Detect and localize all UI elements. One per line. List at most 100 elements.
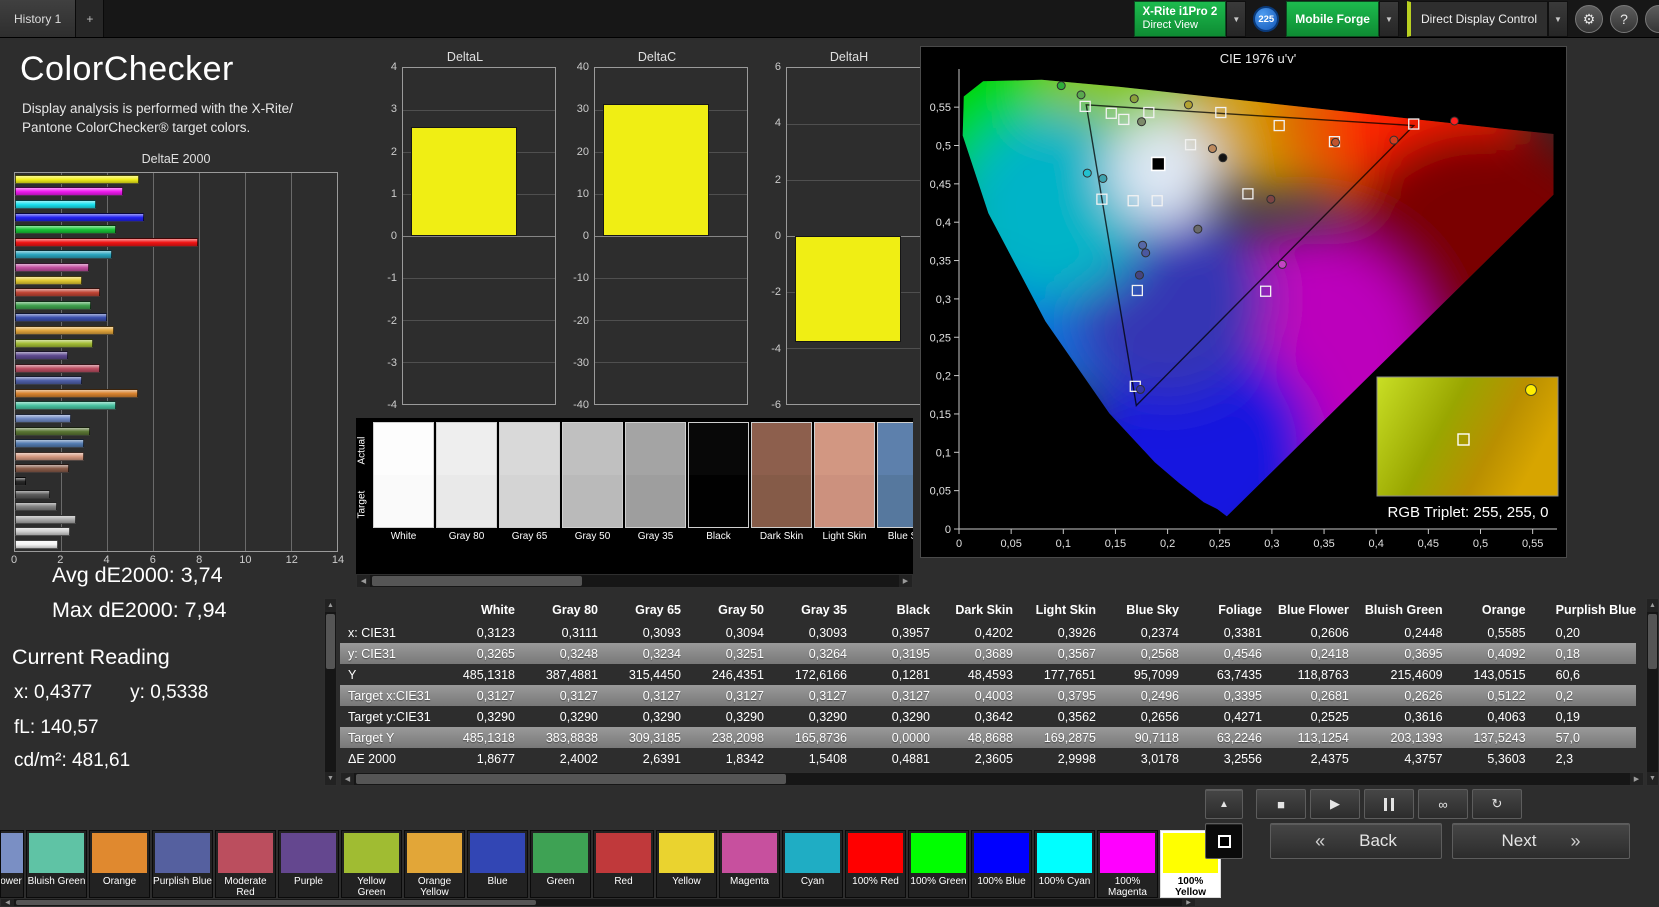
next-button[interactable]: Next » <box>1452 823 1630 859</box>
measured-point <box>1218 153 1228 163</box>
patch-item[interactable]: Blue Sky <box>877 422 913 544</box>
settings-button[interactable]: ⚙ <box>1575 5 1603 33</box>
meter-count-badge[interactable]: 225 <box>1253 6 1280 32</box>
measured-point <box>1076 90 1086 100</box>
swatch-inner: 100% Cyan <box>1035 833 1094 897</box>
patch-item[interactable]: Gray 50 <box>562 422 623 544</box>
swatch-100-blue[interactable]: 100% Blue <box>971 830 1032 898</box>
swatch-orange-yellow[interactable]: Orange Yellow <box>404 830 465 898</box>
table-cell: 0,3111 <box>561 625 598 640</box>
scroll-up-icon[interactable]: ▲ <box>325 599 336 612</box>
swatch-orange[interactable]: Orange <box>89 830 150 898</box>
source-selector-arrow[interactable]: ▼ <box>1378 1 1399 37</box>
measured-point <box>1183 100 1193 110</box>
swatch-color <box>911 833 966 873</box>
swatch-yellow[interactable]: Yellow <box>656 830 717 898</box>
scroll-left-icon[interactable]: ◀ <box>341 773 354 785</box>
scroll-right-icon[interactable]: ▶ <box>1182 899 1195 906</box>
up-arrow-icon: ▲ <box>1219 798 1229 810</box>
patch-item[interactable]: Gray 65 <box>499 422 560 544</box>
patch-item[interactable]: Light Skin <box>814 422 875 544</box>
deltah-chart-title: DeltaH <box>829 50 869 64</box>
read-button[interactable]: ▶ <box>1310 789 1360 819</box>
table-cell: 0,2681 <box>1310 688 1349 703</box>
gridline <box>403 236 555 237</box>
loop-button[interactable]: ↻ <box>1472 789 1522 819</box>
edge-button[interactable] <box>1645 5 1659 33</box>
x-tick-label: 0,45 <box>1418 538 1439 550</box>
table-cell: 0,1281 <box>891 667 930 682</box>
display-control-arrow[interactable]: ▼ <box>1548 1 1568 37</box>
swatch-red[interactable]: Red <box>593 830 654 898</box>
measurement-controls: ■ ▶ ∞ ↻ <box>1256 789 1522 819</box>
display-control-selector[interactable]: Direct Display Control <box>1406 1 1548 37</box>
deltae-bar <box>15 426 90 436</box>
scrollbar-thumb[interactable] <box>356 774 786 784</box>
scroll-right-icon[interactable]: ▶ <box>1630 773 1643 785</box>
patch-item[interactable]: White <box>373 422 434 544</box>
back-button[interactable]: « Back <box>1270 823 1442 859</box>
swatch-scroll-up-button[interactable]: ▲ <box>1205 789 1243 819</box>
continuous-read-button[interactable]: ∞ <box>1418 789 1468 819</box>
scrollbar-thumb[interactable] <box>16 900 536 905</box>
y-tick-label: 0,5 <box>936 141 951 153</box>
scrollbar-thumb[interactable] <box>1648 614 1657 669</box>
pause-button[interactable] <box>1364 789 1414 819</box>
tab-history-1[interactable]: History 1 <box>0 0 77 37</box>
patch-item[interactable]: Gray 80 <box>436 422 497 544</box>
back-button-label: Back <box>1359 831 1397 850</box>
swatch-color <box>596 833 651 873</box>
scroll-down-icon[interactable]: ▼ <box>325 772 336 785</box>
swatch-inner: Blue Flower <box>1 833 23 897</box>
patch-item[interactable]: Gray 35 <box>625 422 686 544</box>
swatch-yellow-green[interactable]: Yellow Green <box>341 830 402 898</box>
source-selector[interactable]: Mobile Forge <box>1286 1 1379 37</box>
table-row: y: CIE31 0,3265 0,3248 0,3234 0,3251 0,3264 0,… <box>340 643 1637 664</box>
swatch-purple[interactable]: Purple <box>278 830 339 898</box>
stop-button[interactable]: ■ <box>1256 789 1306 819</box>
scroll-down-icon[interactable]: ▼ <box>1647 772 1658 785</box>
deltae2000-chart: DeltaE 2000 0 2 4 6 8 10 12 14 <box>11 152 344 568</box>
scroll-right-icon[interactable]: ▶ <box>899 575 912 587</box>
scroll-left-icon[interactable]: ◀ <box>357 575 370 587</box>
scrollbar-thumb[interactable] <box>326 614 335 669</box>
swatch-bluish-green[interactable]: Bluish Green <box>26 830 87 898</box>
meter-selector[interactable]: X-Rite i1Pro 2 Direct View <box>1133 1 1227 37</box>
swatch-100-red[interactable]: 100% Red <box>845 830 906 898</box>
swatch-cyan[interactable]: Cyan <box>782 830 843 898</box>
swatch-100-cyan[interactable]: 100% Cyan <box>1034 830 1095 898</box>
next-chevrons-icon: » <box>1570 830 1581 851</box>
scroll-left-icon[interactable]: ◀ <box>1 899 14 906</box>
meter-selector-arrow[interactable]: ▼ <box>1226 1 1247 37</box>
subtitle-line-2: Pantone ColorChecker® target colors. <box>22 119 251 135</box>
stop-icon: ■ <box>1277 796 1285 812</box>
patch-item[interactable]: Dark Skin <box>751 422 812 544</box>
display-control-label: Direct Display Control <box>1420 12 1537 26</box>
scrollbar-thumb[interactable] <box>372 576 582 586</box>
patch-item[interactable]: Black <box>688 422 749 544</box>
add-tab-button[interactable]: + <box>76 0 105 37</box>
table-cell: 0,4003 <box>974 688 1013 703</box>
deltae-bar <box>15 464 70 474</box>
black-pattern-button[interactable] <box>1205 823 1243 859</box>
deltae-bar-row <box>15 351 337 361</box>
swatch-blue-flower[interactable]: Blue Flower <box>0 830 24 898</box>
actual-row-label: Actual <box>356 436 368 465</box>
table-cell: 0,4092 <box>1487 646 1526 661</box>
deltae-bar <box>15 262 89 272</box>
axis-tick-label: 6 <box>774 61 781 73</box>
table-cell: 0,3265 <box>476 646 515 661</box>
swatch-green[interactable]: Green <box>530 830 591 898</box>
swatch-blue[interactable]: Blue <box>467 830 528 898</box>
swatch-moderate-red[interactable]: Moderate Red <box>215 830 276 898</box>
patch-label: Light Skin <box>822 531 867 542</box>
measured-point <box>1277 259 1287 269</box>
swatch-purplish-blue[interactable]: Purplish Blue <box>152 830 213 898</box>
scroll-up-icon[interactable]: ▲ <box>1647 599 1658 612</box>
swatch-color <box>29 833 84 873</box>
help-button[interactable]: ? <box>1610 5 1638 33</box>
swatch-100-magenta[interactable]: 100% Magenta <box>1097 830 1158 898</box>
swatch-100-green[interactable]: 100% Green <box>908 830 969 898</box>
swatch-inner: Orange <box>90 833 149 897</box>
swatch-magenta[interactable]: Magenta <box>719 830 780 898</box>
